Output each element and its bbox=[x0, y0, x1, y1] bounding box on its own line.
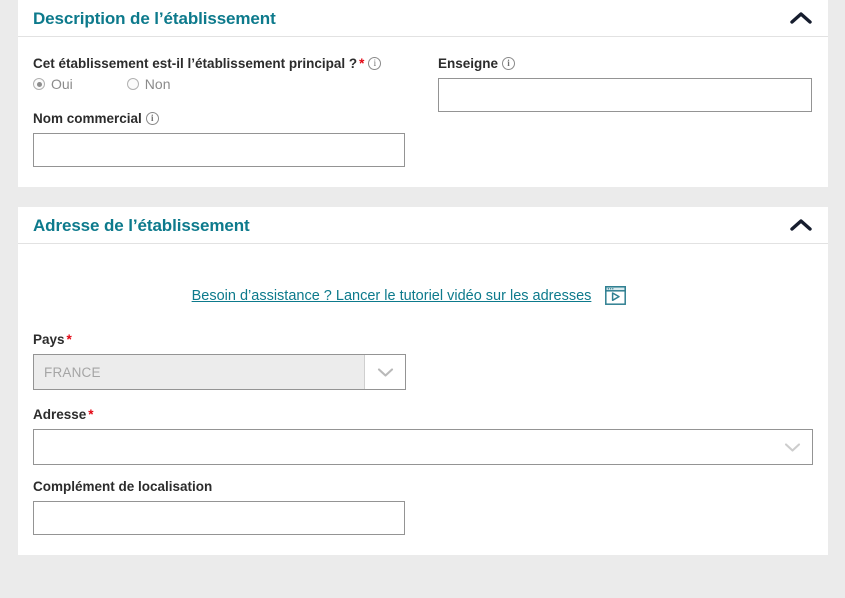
chevron-up-icon[interactable] bbox=[788, 8, 814, 28]
nom-commercial-input[interactable] bbox=[33, 133, 405, 167]
enseigne-input[interactable] bbox=[438, 78, 812, 112]
label-complement-localisation-text: Complément de localisation bbox=[33, 479, 213, 494]
label-nom-commercial-text: Nom commercial bbox=[33, 111, 142, 126]
pays-selected-value: FRANCE bbox=[44, 364, 101, 380]
field-complement-localisation: Complément de localisation bbox=[33, 478, 813, 535]
radio-oui-label: Oui bbox=[51, 76, 73, 92]
label-complement-localisation: Complément de localisation bbox=[33, 478, 813, 496]
radio-non-indicator[interactable] bbox=[126, 78, 139, 90]
section-body-description: Cet établissement est-il l’établissement… bbox=[18, 37, 828, 187]
label-enseigne-text: Enseigne bbox=[438, 56, 499, 71]
field-adresse: Adresse * bbox=[33, 406, 813, 465]
video-player-icon[interactable] bbox=[605, 286, 627, 305]
form-page: Description de l’établissement Cet établ… bbox=[0, 0, 845, 598]
description-fields-row: Cet établissement est-il l’établissement… bbox=[33, 55, 813, 167]
chevron-down-icon[interactable] bbox=[772, 430, 812, 464]
section-title-description: Description de l’établissement bbox=[33, 8, 276, 28]
label-nom-commercial: Nom commercial bbox=[33, 110, 438, 128]
label-etablissement-principal: Cet établissement est-il l’établissement… bbox=[33, 55, 438, 73]
label-enseigne: Enseigne bbox=[438, 55, 813, 73]
field-nom-commercial: Nom commercial bbox=[33, 110, 438, 167]
pays-select[interactable]: FRANCE bbox=[33, 354, 406, 390]
radio-non-label: Non bbox=[144, 76, 171, 92]
section-title-adresse: Adresse de l’établissement bbox=[33, 215, 250, 235]
section-card-description: Description de l’établissement Cet établ… bbox=[18, 0, 828, 187]
required-marker: * bbox=[66, 332, 72, 347]
required-marker: * bbox=[359, 56, 365, 71]
label-adresse: Adresse * bbox=[33, 406, 813, 424]
label-pays-text: Pays bbox=[33, 332, 65, 347]
adresse-combobox[interactable] bbox=[33, 429, 813, 465]
required-marker: * bbox=[88, 407, 94, 422]
description-left-column: Cet établissement est-il l’établissement… bbox=[33, 55, 438, 167]
radio-oui-indicator[interactable] bbox=[33, 78, 45, 90]
section-card-adresse: Adresse de l’établissement Besoin d’assi… bbox=[18, 207, 828, 555]
info-icon[interactable] bbox=[502, 57, 516, 70]
complement-localisation-input[interactable] bbox=[33, 501, 405, 535]
description-right-column: Enseigne bbox=[438, 55, 813, 112]
chevron-up-icon[interactable] bbox=[788, 215, 814, 235]
field-enseigne: Enseigne bbox=[438, 55, 813, 112]
section-body-adresse: Besoin d’assistance ? Lancer le tutoriel… bbox=[18, 244, 828, 555]
radio-group-etablissement-principal: Oui Non bbox=[33, 76, 438, 92]
radio-option-non[interactable]: Non bbox=[126, 76, 171, 92]
label-pays: Pays * bbox=[33, 331, 813, 349]
label-etablissement-principal-text: Cet établissement est-il l’établissement… bbox=[33, 56, 358, 71]
tutorial-video-link[interactable]: Besoin d’assistance ? Lancer le tutoriel… bbox=[192, 288, 592, 304]
info-icon[interactable] bbox=[145, 112, 159, 125]
tutorial-row: Besoin d’assistance ? Lancer le tutoriel… bbox=[33, 286, 813, 305]
radio-option-oui[interactable]: Oui bbox=[33, 76, 73, 92]
field-etablissement-principal: Cet établissement est-il l’établissement… bbox=[33, 55, 438, 92]
section-header-adresse[interactable]: Adresse de l’établissement bbox=[18, 207, 828, 244]
label-adresse-text: Adresse bbox=[33, 407, 87, 422]
section-header-description[interactable]: Description de l’établissement bbox=[18, 0, 828, 37]
field-pays: Pays * FRANCE bbox=[33, 331, 813, 390]
info-icon[interactable] bbox=[368, 57, 382, 70]
chevron-down-icon[interactable] bbox=[364, 355, 405, 389]
